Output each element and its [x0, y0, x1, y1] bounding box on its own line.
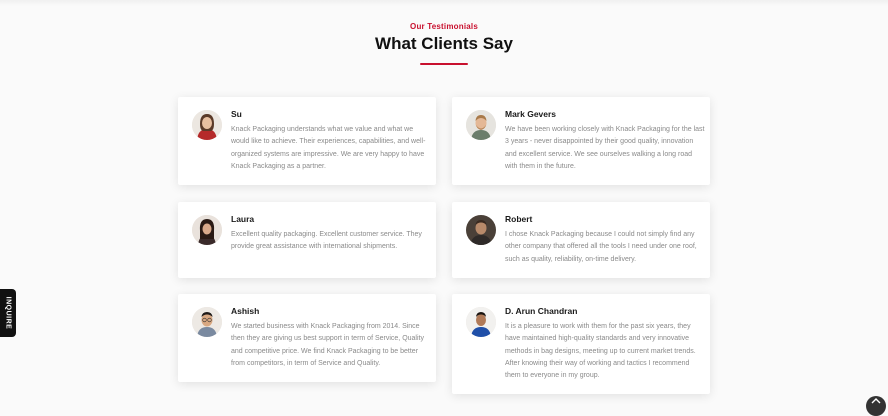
- section-eyebrow: Our Testimonials: [410, 22, 478, 31]
- chevron-up-icon: [871, 398, 881, 404]
- testimonial-name: Laura: [231, 214, 255, 224]
- testimonial-card-laura: Laura Excellent quality packaging. Excel…: [178, 202, 436, 278]
- testimonial-card-robert: Robert I chose Knack Packaging because I…: [452, 202, 710, 278]
- inquire-label: INQUIRE: [4, 296, 12, 330]
- man-dark-avatar: [466, 215, 496, 245]
- testimonial-quote: We started business with Knack Packaging…: [231, 323, 424, 367]
- testimonial-card-d-arun-chandran: D. Arun Chandran It is a pleasure to wor…: [452, 294, 710, 394]
- testimonial-name: Su: [231, 109, 242, 119]
- testimonial-quote: Excellent quality packaging. Excellent c…: [231, 231, 422, 251]
- testimonial-quote: Knack Packaging understands what we valu…: [231, 126, 426, 170]
- testimonial-quote: I chose Knack Packaging because I could …: [505, 231, 697, 263]
- man-beard-avatar: [466, 110, 496, 140]
- testimonial-name: Ashish: [231, 306, 260, 316]
- inquire-tab[interactable]: INQUIRE: [0, 289, 16, 337]
- testimonial-card-su: Su Knack Packaging understands what we v…: [178, 97, 436, 185]
- testimonial-card-mark-gevers: Mark Gevers We have been working closely…: [452, 97, 710, 185]
- woman-red-jacket-avatar: [192, 110, 222, 140]
- testimonial-name: D. Arun Chandran: [505, 306, 578, 316]
- testimonial-quote: We have been working closely with Knack …: [505, 126, 705, 170]
- top-edge: [0, 0, 888, 6]
- man-glasses-avatar: [192, 307, 222, 337]
- testimonial-name: Mark Gevers: [505, 109, 557, 119]
- testimonial-quote: It is a pleasure to work with them for t…: [505, 323, 696, 380]
- testimonial-card-ashish: Ashish We started business with Knack Pa…: [178, 294, 436, 382]
- scroll-to-top-button[interactable]: [866, 396, 886, 416]
- title-underline: [420, 63, 468, 65]
- man-blue-shirt-avatar: [466, 307, 496, 337]
- section-title: What Clients Say: [375, 34, 513, 53]
- testimonial-name: Robert: [505, 214, 533, 224]
- woman-dark-hair-avatar: [192, 215, 222, 245]
